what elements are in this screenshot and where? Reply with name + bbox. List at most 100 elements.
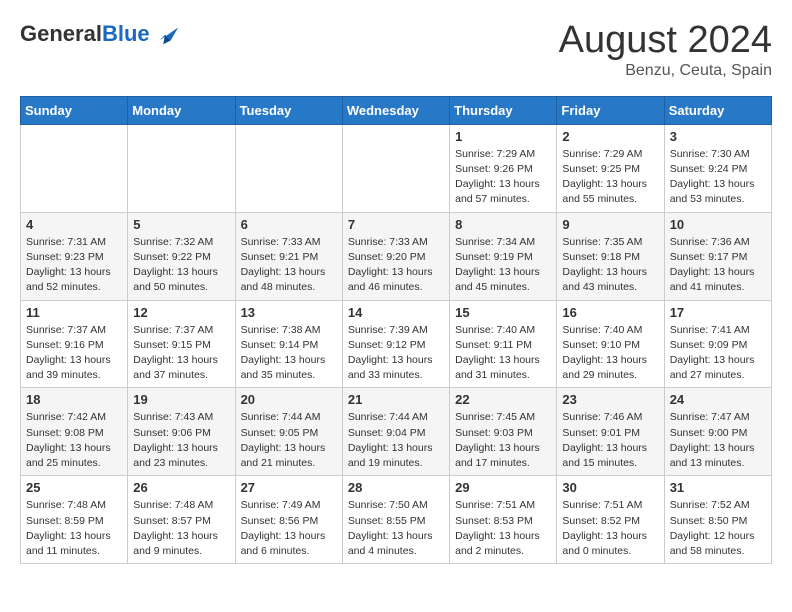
logo: GeneralBlue bbox=[20, 20, 180, 48]
day-info: Sunrise: 7:32 AM Sunset: 9:22 PM Dayligh… bbox=[133, 235, 229, 296]
day-number: 23 bbox=[562, 392, 658, 407]
day-info: Sunrise: 7:48 AM Sunset: 8:59 PM Dayligh… bbox=[26, 498, 122, 559]
month-year: August 2024 bbox=[559, 20, 772, 62]
day-info: Sunrise: 7:43 AM Sunset: 9:06 PM Dayligh… bbox=[133, 410, 229, 471]
day-number: 16 bbox=[562, 305, 658, 320]
day-info: Sunrise: 7:33 AM Sunset: 9:21 PM Dayligh… bbox=[241, 235, 337, 296]
day-number: 9 bbox=[562, 217, 658, 232]
calendar-cell: 7 Sunrise: 7:33 AM Sunset: 9:20 PM Daylig… bbox=[342, 212, 449, 300]
day-number: 15 bbox=[455, 305, 551, 320]
day-info: Sunrise: 7:29 AM Sunset: 9:26 PM Dayligh… bbox=[455, 147, 551, 208]
calendar-cell: 27Sunrise: 7:49 AM Sunset: 8:56 PM Dayli… bbox=[235, 476, 342, 564]
day-number: 7 bbox=[348, 217, 444, 232]
calendar-cell: 31 Sunrise: 7:52 AM Sunset: 8:50 PM Dayli… bbox=[664, 476, 771, 564]
day-number: 3 bbox=[670, 129, 766, 144]
page-header: GeneralBlue August 2024 Benzu, Ceuta, Sp… bbox=[20, 20, 772, 80]
calendar-cell: 6 Sunrise: 7:33 AM Sunset: 9:21 PM Daylig… bbox=[235, 212, 342, 300]
day-info: Sunrise: 7:51 AM Sunset: 8:52 PM Dayligh… bbox=[562, 498, 658, 559]
day-number: 19 bbox=[133, 392, 229, 407]
day-number: 28 bbox=[348, 480, 444, 495]
day-number: 11 bbox=[26, 305, 122, 320]
calendar-cell: 24 Sunrise: 7:47 AM Sunset: 9:00 PM Dayli… bbox=[664, 388, 771, 476]
day-number: 21 bbox=[348, 392, 444, 407]
day-info: Sunrise: 7:30 AM Sunset: 9:24 PM Dayligh… bbox=[670, 147, 766, 208]
weekday-header: Wednesday bbox=[342, 96, 449, 124]
day-info: Sunrise: 7:41 AM Sunset: 9:09 PM Dayligh… bbox=[670, 323, 766, 384]
day-info: Sunrise: 7:33 AM Sunset: 9:20 PM Dayligh… bbox=[348, 235, 444, 296]
logo-general-text: General bbox=[20, 21, 102, 46]
location: Benzu, Ceuta, Spain bbox=[559, 62, 772, 80]
calendar-cell bbox=[342, 124, 449, 212]
day-number: 18 bbox=[26, 392, 122, 407]
day-number: 1 bbox=[455, 129, 551, 144]
title-block: August 2024 Benzu, Ceuta, Spain bbox=[559, 20, 772, 80]
day-info: Sunrise: 7:34 AM Sunset: 9:19 PM Dayligh… bbox=[455, 235, 551, 296]
calendar-cell: 13 Sunrise: 7:38 AM Sunset: 9:14 PM Dayli… bbox=[235, 300, 342, 388]
calendar-cell: 28 Sunrise: 7:50 AM Sunset: 8:55 PM Dayli… bbox=[342, 476, 449, 564]
day-info: Sunrise: 7:45 AM Sunset: 9:03 PM Dayligh… bbox=[455, 410, 551, 471]
day-info: Sunrise: 7:37 AM Sunset: 9:16 PM Dayligh… bbox=[26, 323, 122, 384]
day-number: 8 bbox=[455, 217, 551, 232]
calendar-cell: 5 Sunrise: 7:32 AM Sunset: 9:22 PM Daylig… bbox=[128, 212, 235, 300]
day-number: 31 bbox=[670, 480, 766, 495]
weekday-header: Monday bbox=[128, 96, 235, 124]
calendar-cell: 9Sunrise: 7:35 AM Sunset: 9:18 PM Daylig… bbox=[557, 212, 664, 300]
calendar-header: SundayMondayTuesdayWednesdayThursdayFrid… bbox=[21, 96, 772, 124]
day-number: 6 bbox=[241, 217, 337, 232]
weekday-header: Tuesday bbox=[235, 96, 342, 124]
calendar-cell: 30 Sunrise: 7:51 AM Sunset: 8:52 PM Dayli… bbox=[557, 476, 664, 564]
day-number: 30 bbox=[562, 480, 658, 495]
day-number: 20 bbox=[241, 392, 337, 407]
day-info: Sunrise: 7:44 AM Sunset: 9:04 PM Dayligh… bbox=[348, 410, 444, 471]
day-info: Sunrise: 7:47 AM Sunset: 9:00 PM Dayligh… bbox=[670, 410, 766, 471]
calendar-cell: 14Sunrise: 7:39 AM Sunset: 9:12 PM Dayli… bbox=[342, 300, 449, 388]
calendar-cell: 15 Sunrise: 7:40 AM Sunset: 9:11 PM Dayli… bbox=[450, 300, 557, 388]
logo-blue-text: Blue bbox=[102, 21, 150, 46]
day-number: 24 bbox=[670, 392, 766, 407]
day-info: Sunrise: 7:36 AM Sunset: 9:17 PM Dayligh… bbox=[670, 235, 766, 296]
day-info: Sunrise: 7:37 AM Sunset: 9:15 PM Dayligh… bbox=[133, 323, 229, 384]
calendar-cell bbox=[21, 124, 128, 212]
day-number: 4 bbox=[26, 217, 122, 232]
calendar-cell: 11 Sunrise: 7:37 AM Sunset: 9:16 PM Dayli… bbox=[21, 300, 128, 388]
day-info: Sunrise: 7:29 AM Sunset: 9:25 PM Dayligh… bbox=[562, 147, 658, 208]
day-info: Sunrise: 7:50 AM Sunset: 8:55 PM Dayligh… bbox=[348, 498, 444, 559]
calendar-cell: 12 Sunrise: 7:37 AM Sunset: 9:15 PM Dayli… bbox=[128, 300, 235, 388]
calendar-cell: 4Sunrise: 7:31 AM Sunset: 9:23 PM Daylig… bbox=[21, 212, 128, 300]
day-number: 26 bbox=[133, 480, 229, 495]
calendar-cell: 2 Sunrise: 7:29 AM Sunset: 9:25 PM Daylig… bbox=[557, 124, 664, 212]
calendar-cell: 16 Sunrise: 7:40 AM Sunset: 9:10 PM Dayli… bbox=[557, 300, 664, 388]
calendar-cell: 25Sunrise: 7:48 AM Sunset: 8:59 PM Dayli… bbox=[21, 476, 128, 564]
day-info: Sunrise: 7:38 AM Sunset: 9:14 PM Dayligh… bbox=[241, 323, 337, 384]
day-info: Sunrise: 7:40 AM Sunset: 9:10 PM Dayligh… bbox=[562, 323, 658, 384]
calendar-cell: 21 Sunrise: 7:44 AM Sunset: 9:04 PM Dayli… bbox=[342, 388, 449, 476]
calendar-cell: 8 Sunrise: 7:34 AM Sunset: 9:19 PM Daylig… bbox=[450, 212, 557, 300]
day-number: 5 bbox=[133, 217, 229, 232]
day-info: Sunrise: 7:49 AM Sunset: 8:56 PM Dayligh… bbox=[241, 498, 337, 559]
day-info: Sunrise: 7:40 AM Sunset: 9:11 PM Dayligh… bbox=[455, 323, 551, 384]
weekday-header: Friday bbox=[557, 96, 664, 124]
calendar-cell: 29Sunrise: 7:51 AM Sunset: 8:53 PM Dayli… bbox=[450, 476, 557, 564]
day-number: 14 bbox=[348, 305, 444, 320]
day-number: 2 bbox=[562, 129, 658, 144]
day-info: Sunrise: 7:46 AM Sunset: 9:01 PM Dayligh… bbox=[562, 410, 658, 471]
day-number: 10 bbox=[670, 217, 766, 232]
calendar-cell: 26Sunrise: 7:48 AM Sunset: 8:57 PM Dayli… bbox=[128, 476, 235, 564]
calendar-cell bbox=[128, 124, 235, 212]
weekday-header: Saturday bbox=[664, 96, 771, 124]
day-info: Sunrise: 7:52 AM Sunset: 8:50 PM Dayligh… bbox=[670, 498, 766, 559]
day-number: 12 bbox=[133, 305, 229, 320]
calendar-cell: 18Sunrise: 7:42 AM Sunset: 9:08 PM Dayli… bbox=[21, 388, 128, 476]
calendar-cell: 17 Sunrise: 7:41 AM Sunset: 9:09 PM Dayli… bbox=[664, 300, 771, 388]
calendar-cell bbox=[235, 124, 342, 212]
calendar-cell: 22 Sunrise: 7:45 AM Sunset: 9:03 PM Dayli… bbox=[450, 388, 557, 476]
calendar-cell: 10 Sunrise: 7:36 AM Sunset: 9:17 PM Dayli… bbox=[664, 212, 771, 300]
calendar-cell: 20Sunrise: 7:44 AM Sunset: 9:05 PM Dayli… bbox=[235, 388, 342, 476]
day-number: 13 bbox=[241, 305, 337, 320]
weekday-header: Thursday bbox=[450, 96, 557, 124]
logo-bird-icon bbox=[152, 20, 180, 48]
day-number: 22 bbox=[455, 392, 551, 407]
day-number: 17 bbox=[670, 305, 766, 320]
calendar-cell: 23 Sunrise: 7:46 AM Sunset: 9:01 PM Dayli… bbox=[557, 388, 664, 476]
weekday-header: Sunday bbox=[21, 96, 128, 124]
